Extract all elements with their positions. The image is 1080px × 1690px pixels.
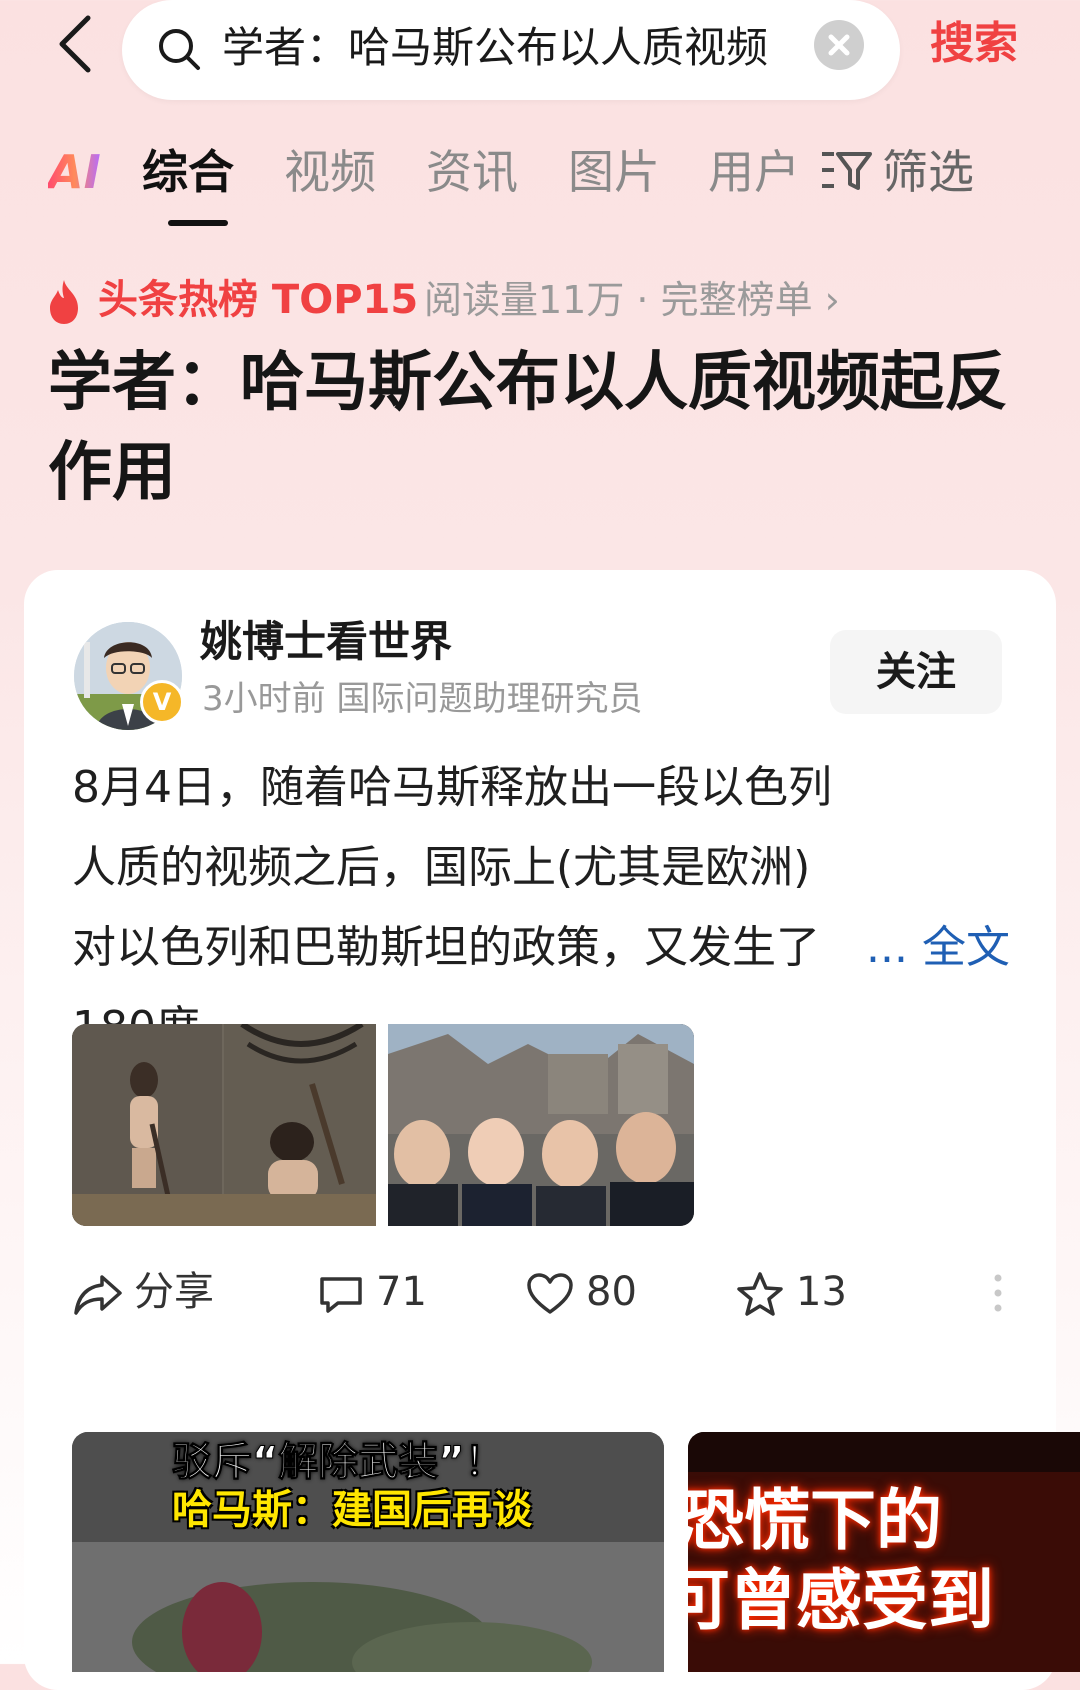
share-button[interactable]: 分享 <box>74 1260 214 1324</box>
chevron-left-icon <box>59 15 91 73</box>
active-tab-indicator <box>168 220 228 226</box>
author-name[interactable]: 姚博士看世界 <box>200 612 452 672</box>
tab-users[interactable]: 用户 <box>708 140 800 204</box>
video-1-caption-line1: 驳斥“解除武装”！ <box>172 1439 506 1486</box>
video-thumbnail-1[interactable]: 驳斥“解除武装”！ 哈马斯：建国后再谈 <box>72 1432 664 1672</box>
verified-badge: V <box>140 680 184 724</box>
like-button[interactable]: 80 <box>526 1260 637 1324</box>
comment-count: 71 <box>376 1269 427 1315</box>
video-2-caption-line2: 可曾感受到 <box>688 1562 994 1639</box>
search-input[interactable]: 学者：哈马斯公布以人质视频 <box>222 18 782 78</box>
post-text[interactable]: 8月4日，随着哈马斯释放出一段以色列人质的视频之后，国际上(尤其是欧洲)对以色列… <box>72 748 852 1068</box>
tab-all[interactable]: 综合 <box>142 140 234 204</box>
close-icon <box>828 34 850 56</box>
favorite-count: 13 <box>796 1269 847 1315</box>
video-2-caption-line1: 恐慌下的 <box>688 1482 942 1559</box>
flame-icon <box>50 280 78 324</box>
page-title: 学者：哈马斯公布以人质视频起反作用 <box>48 346 1008 510</box>
comment-icon <box>320 1277 362 1313</box>
full-text-link[interactable]: ... 全文 <box>866 908 1010 988</box>
back-button[interactable] <box>52 14 112 74</box>
video-1-caption-line2: 哈马斯：建国后再谈 <box>172 1487 532 1533</box>
clear-search-button[interactable] <box>814 20 864 70</box>
more-options-icon[interactable] <box>992 1272 1004 1314</box>
post-image-tunnel[interactable] <box>72 1024 376 1226</box>
search-button[interactable]: 搜索 <box>930 12 1018 76</box>
comment-button[interactable]: 71 <box>318 1260 427 1324</box>
heart-icon <box>527 1273 573 1314</box>
search-icon <box>159 29 200 70</box>
video-thumbnail-2[interactable]: 恐慌下的 可曾感受到 <box>688 1432 1080 1672</box>
filter-icon <box>822 152 872 190</box>
filter-label: 筛选 <box>882 145 974 199</box>
tab-ai[interactable]: AI <box>48 140 101 204</box>
hot-list-link[interactable]: 阅读量11万 · 完整榜单 › <box>424 270 840 330</box>
favorite-button[interactable]: 13 <box>736 1260 847 1324</box>
tunnel-photo <box>72 1024 376 1226</box>
tab-news[interactable]: 资讯 <box>426 140 518 204</box>
share-icon <box>74 1275 122 1315</box>
follow-button[interactable]: 关注 <box>830 630 1002 714</box>
post-meta: 3小时前 国际问题助理研究员 <box>202 679 643 719</box>
filter-button[interactable]: 筛选 <box>820 140 974 204</box>
star-icon <box>737 1272 783 1316</box>
tab-video[interactable]: 视频 <box>284 140 376 204</box>
post-image-leaders[interactable] <box>388 1024 694 1226</box>
tab-images[interactable]: 图片 <box>568 140 660 204</box>
search-bar[interactable]: 学者：哈马斯公布以人质视频 <box>122 0 900 100</box>
like-count: 80 <box>586 1269 637 1315</box>
share-label: 分享 <box>134 1269 214 1315</box>
hot-list-label: 头条热榜 TOP15 <box>98 277 419 323</box>
leaders-photo <box>388 1024 694 1226</box>
